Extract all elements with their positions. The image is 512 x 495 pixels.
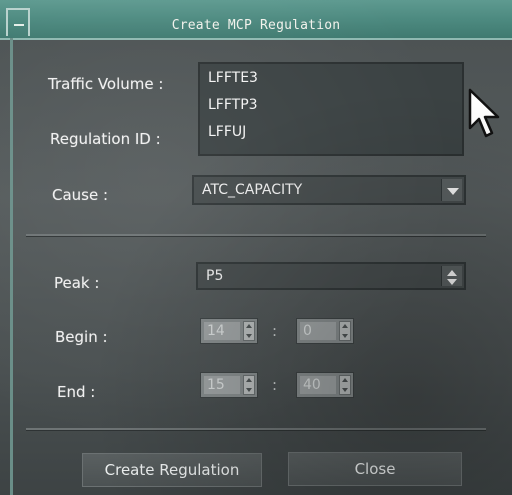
cause-dropdown-button[interactable] [441, 179, 462, 201]
close-button[interactable]: Close [288, 452, 462, 486]
list-item[interactable]: LFFTE3 [208, 70, 258, 86]
chevron-down-icon [447, 188, 459, 195]
window-title: Create MCP Regulation [171, 18, 341, 33]
chevron-down-icon [447, 279, 457, 285]
peak-label: Peak : [54, 274, 100, 292]
end-label: End : [57, 383, 96, 401]
chevron-up-icon [447, 270, 457, 276]
up-down-arrows-icon[interactable] [243, 321, 255, 341]
time-separator: : [272, 322, 278, 340]
list-item[interactable]: LFFTP3 [208, 97, 258, 113]
peak-combobox[interactable]: P5 [196, 262, 466, 290]
end-minute-value[interactable]: 40 [300, 376, 336, 394]
window-frame [10, 38, 13, 495]
begin-minute-spinner[interactable]: 0 [296, 318, 354, 344]
cause-selected-value: ATC_CAPACITY [202, 182, 303, 198]
mouse-pointer-icon [468, 88, 500, 138]
create-regulation-button[interactable]: Create Regulation [82, 453, 262, 487]
title-bar[interactable]: Create MCP Regulation [0, 0, 512, 40]
begin-hour-spinner[interactable]: 14 [200, 318, 258, 344]
time-separator: : [272, 376, 278, 394]
traffic-volume-list[interactable]: LFFTE3 LFFTP3 LFFUJ [198, 62, 464, 156]
create-mcp-regulation-dialog: Create MCP Regulation Traffic Volume : L… [0, 0, 512, 495]
cause-combobox[interactable]: ATC_CAPACITY [192, 175, 466, 205]
traffic-volume-label: Traffic Volume : [48, 75, 164, 93]
up-down-arrows-icon[interactable] [339, 375, 351, 395]
separator [26, 428, 486, 431]
begin-minute-value[interactable]: 0 [300, 322, 336, 340]
peak-dropdown-button[interactable] [441, 266, 462, 286]
separator [26, 234, 486, 237]
begin-label: Begin : [55, 328, 108, 346]
end-hour-spinner[interactable]: 15 [200, 372, 258, 398]
up-down-arrows-icon[interactable] [339, 321, 351, 341]
begin-hour-value[interactable]: 14 [204, 322, 240, 340]
end-hour-value[interactable]: 15 [204, 376, 240, 394]
regulation-id-label: Regulation ID : [50, 130, 161, 148]
cause-label: Cause : [52, 186, 109, 204]
up-down-arrows-icon[interactable] [243, 375, 255, 395]
peak-selected-value: P5 [206, 268, 224, 284]
end-minute-spinner[interactable]: 40 [296, 372, 354, 398]
list-item[interactable]: LFFUJ [208, 124, 246, 140]
